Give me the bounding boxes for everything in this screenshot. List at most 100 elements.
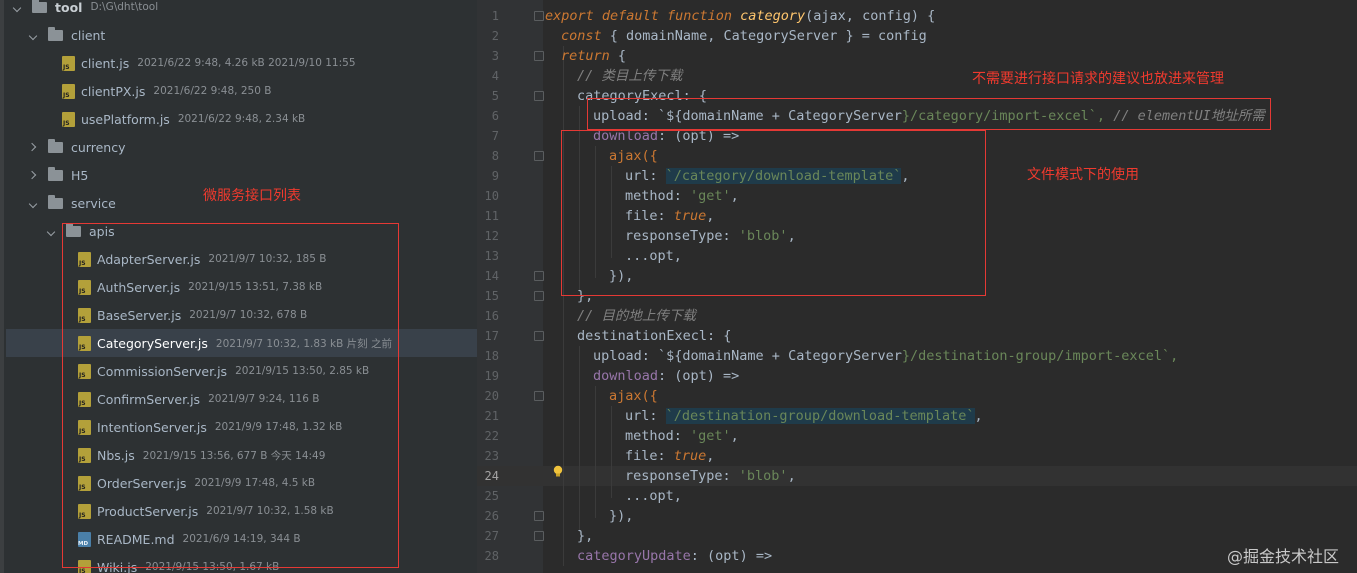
chevron-down-icon[interactable] — [12, 1, 24, 13]
chevron-down-icon[interactable] — [28, 29, 40, 41]
tree-file[interactable]: AdapterServer.js 2021/9/7 10:32, 185 B — [0, 245, 477, 273]
file-meta: 2021/6/22 9:48, 4.26 kB 2021/9/10 11:55 — [137, 57, 356, 69]
annotation-file-mode: 文件模式下的使用 — [1027, 167, 1139, 183]
fold-marker[interactable] — [534, 291, 544, 301]
js-file-icon — [62, 111, 75, 127]
fold-marker[interactable] — [534, 271, 544, 281]
code-line-8: ajax({ — [609, 148, 658, 164]
tree-file[interactable]: ProductServer.js 2021/9/7 10:32, 1.58 kB — [0, 497, 477, 525]
chevron-right-icon[interactable] — [28, 141, 40, 153]
file-meta: 2021/6/22 9:48, 250 B — [153, 85, 272, 97]
file-meta: 2021/9/15 13:51, 7.38 kB — [188, 281, 323, 293]
line-number: 11 — [484, 209, 499, 223]
tree-file[interactable]: IntentionServer.js 2021/9/9 17:48, 1.32 … — [0, 413, 477, 441]
line-number: 16 — [484, 309, 499, 323]
line-number: 17 — [484, 329, 499, 343]
fold-marker[interactable] — [534, 151, 544, 161]
code-line-3: return { — [561, 48, 627, 64]
line-number: 3 — [491, 49, 499, 63]
indent-guide — [595, 386, 596, 518]
fold-marker[interactable] — [534, 91, 544, 101]
fold-marker[interactable] — [534, 531, 544, 541]
root-folder-name: tool — [55, 0, 83, 15]
folder-name: service — [71, 195, 116, 211]
file-name: clientPX.js — [81, 83, 146, 99]
code-line-22: method: 'get', — [625, 428, 739, 444]
current-line-highlight — [477, 466, 1357, 486]
js-file-icon — [78, 307, 91, 323]
line-number: 19 — [484, 369, 499, 383]
annotation-microservice-list: 微服务接口列表 — [203, 188, 301, 204]
code-line-14: }), — [609, 268, 634, 284]
fold-marker[interactable] — [534, 511, 544, 521]
tree-file[interactable]: client.js 2021/6/22 9:48, 4.26 kB 2021/9… — [0, 49, 477, 77]
file-name: OrderServer.js — [97, 475, 187, 491]
tree-file[interactable]: Wiki.js 2021/9/15 13:50, 1.67 kB — [0, 553, 477, 573]
annotation-no-request: 不需要进行接口请求的建议也放进来管理 — [972, 71, 1224, 87]
tree-folder-currency[interactable]: currency — [0, 133, 477, 161]
file-name: ProductServer.js — [97, 503, 199, 519]
tree-root-tool[interactable]: tool D:\G\dht\tool — [0, 0, 477, 21]
indent-guide — [611, 406, 612, 498]
js-file-icon — [78, 363, 91, 379]
line-number: 2 — [491, 29, 499, 43]
tree-folder-client[interactable]: client — [0, 21, 477, 49]
tree-file[interactable]: README.md 2021/6/9 14:19, 344 B — [0, 525, 477, 553]
code-line-18: upload: `${domainName + CategoryServer}/… — [593, 348, 1179, 364]
js-file-icon — [62, 55, 75, 71]
line-number: 18 — [484, 349, 499, 363]
code-line-28: categoryUpdate: (opt) => — [577, 548, 773, 564]
chevron-down-icon[interactable] — [46, 225, 58, 237]
indent-guide — [595, 146, 596, 278]
line-number: 20 — [484, 389, 499, 403]
tree-file[interactable]: Nbs.js 2021/9/15 13:56, 677 B 今天 14:49 — [0, 441, 477, 469]
indent-guide — [611, 166, 612, 258]
file-name: IntentionServer.js — [97, 419, 207, 435]
code-line-24: responseType: 'blob', — [625, 468, 796, 484]
file-meta: 2021/9/7 9:24, 116 B — [208, 393, 320, 405]
tree-file[interactable]: AuthServer.js 2021/9/15 13:51, 7.38 kB — [0, 273, 477, 301]
line-number: 8 — [491, 149, 499, 163]
chevron-down-icon[interactable] — [28, 197, 40, 209]
tree-file[interactable]: OrderServer.js 2021/9/9 17:48, 4.5 kB — [0, 469, 477, 497]
markdown-file-icon — [78, 531, 91, 547]
line-number: 14 — [484, 269, 499, 283]
file-name: BaseServer.js — [97, 307, 182, 323]
file-name: usePlatform.js — [81, 111, 170, 127]
code-line-23: file: true, — [625, 448, 715, 464]
folder-icon — [32, 0, 47, 13]
tree-file[interactable]: ConfirmServer.js 2021/9/7 9:24, 116 B — [0, 385, 477, 413]
line-number: 10 — [484, 189, 499, 203]
tree-file[interactable]: CommissionServer.js 2021/9/15 13:50, 2.8… — [0, 357, 477, 385]
js-file-icon — [78, 503, 91, 519]
lightbulb-icon[interactable] — [553, 465, 563, 478]
line-number: 26 — [484, 509, 499, 523]
root-folder-path: D:\G\dht\tool — [90, 1, 159, 13]
line-number: 23 — [484, 449, 499, 463]
line-number: 12 — [484, 229, 499, 243]
code-line-15: }, — [577, 288, 594, 304]
tree-file[interactable]: clientPX.js 2021/6/22 9:48, 250 B — [0, 77, 477, 105]
tree-file[interactable]: usePlatform.js 2021/6/22 9:48, 2.34 kB — [0, 105, 477, 133]
project-tree-panel: tool D:\G\dht\tool client client.js 2021… — [0, 0, 477, 573]
js-file-icon — [78, 335, 91, 351]
folder-icon — [48, 194, 63, 209]
fold-marker[interactable] — [534, 331, 544, 341]
code-line-12: responseType: 'blob', — [625, 228, 796, 244]
tree-file-selected[interactable]: CategoryServer.js 2021/9/7 10:32, 1.83 k… — [6, 329, 477, 357]
file-name: Wiki.js — [97, 559, 138, 573]
fold-marker[interactable] — [534, 11, 544, 21]
watermark: @掘金技术社区 — [1226, 547, 1339, 566]
line-number: 7 — [491, 129, 499, 143]
js-file-icon — [78, 447, 91, 463]
tree-folder-apis[interactable]: apis — [0, 217, 477, 245]
code-line-2: const { domainName, CategoryServer } = c… — [561, 28, 927, 44]
js-file-icon — [78, 251, 91, 267]
line-number: 9 — [491, 169, 499, 183]
folder-name: client — [71, 27, 106, 43]
tree-file[interactable]: BaseServer.js 2021/9/7 10:32, 678 B — [0, 301, 477, 329]
fold-marker[interactable] — [534, 391, 544, 401]
chevron-right-icon[interactable] — [28, 169, 40, 181]
fold-marker[interactable] — [534, 51, 544, 61]
file-name: AdapterServer.js — [97, 251, 201, 267]
